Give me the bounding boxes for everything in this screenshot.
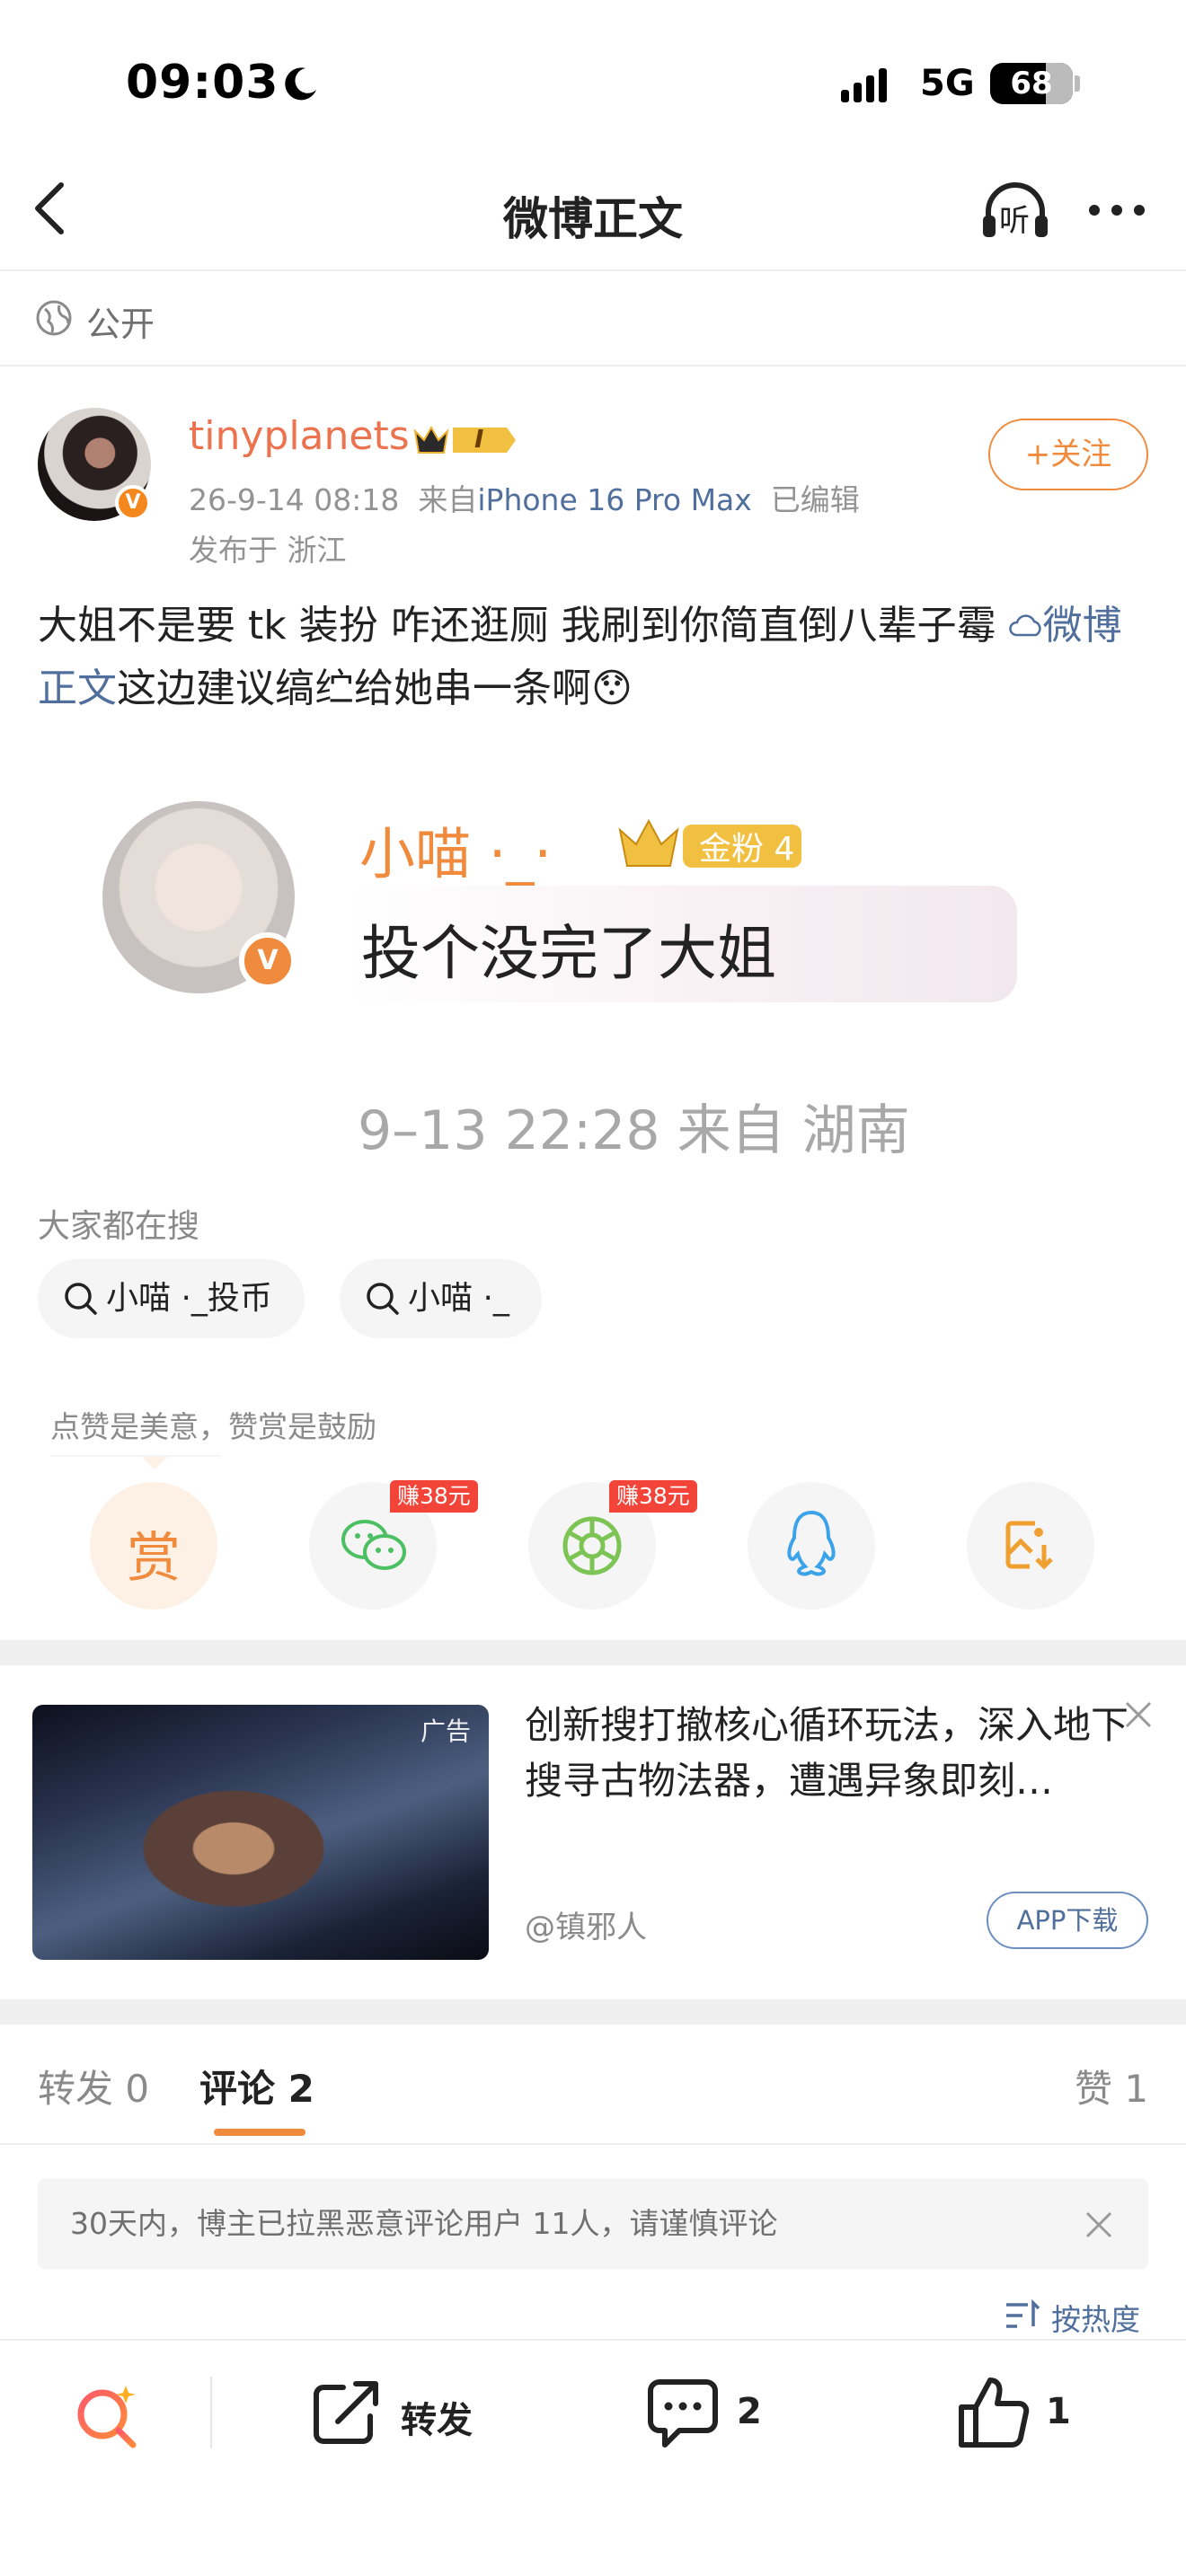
- verified-badge: V: [115, 485, 151, 521]
- embedded-comment: 投个没完了大姐: [361, 919, 776, 988]
- repost-label: 转发: [401, 2400, 473, 2441]
- search-icon: [367, 1283, 399, 1315]
- username[interactable]: tinyplanets: [189, 413, 410, 459]
- reward-button[interactable]: 赏: [90, 1482, 217, 1610]
- comment-count: 2: [737, 2391, 762, 2432]
- close-icon[interactable]: [1123, 1699, 1154, 1730]
- like-count: 1: [1046, 2391, 1071, 2432]
- embedded-time-location: 9–13 22:28 来自 湖南: [358, 1099, 910, 1162]
- search-chip-label: 小喵 ·_投币: [106, 1280, 272, 1317]
- fan-badge-text: 金粉 4: [699, 831, 795, 868]
- search-icon: [65, 1283, 97, 1315]
- fan-badge: 金粉 4: [613, 812, 807, 873]
- post-device[interactable]: iPhone 16 Pro Max: [477, 482, 751, 517]
- tip-divider: [50, 1455, 221, 1457]
- status-time: 09:03: [126, 56, 279, 110]
- repost-icon: [314, 2381, 378, 2444]
- reward-label: 赏: [127, 1527, 181, 1590]
- bottom-divider: [210, 2377, 212, 2448]
- tip-pointer: [142, 1457, 167, 1469]
- battery-icon: 68: [990, 63, 1073, 104]
- ad-image[interactable]: 广告: [32, 1705, 489, 1960]
- network-type: 5G: [920, 63, 975, 104]
- close-icon[interactable]: [1084, 2210, 1114, 2240]
- earn-tag: 赚38元: [609, 1480, 697, 1513]
- post-text: 大姐不是要 tk 装扮 咋还逛厕 我刷到你简直倒八辈子霉 微博正文这边建议缟纻给…: [38, 595, 1152, 720]
- tab-repost[interactable]: 转发 0: [38, 2059, 149, 2113]
- post-location: 发布于 浙江: [189, 533, 347, 568]
- level-badge: I: [413, 422, 519, 458]
- tab-indicator: [214, 2129, 305, 2136]
- sort-button[interactable]: 按热度: [1051, 2296, 1140, 2339]
- tab-like[interactable]: 赞 1: [1075, 2059, 1148, 2113]
- visibility-label: 公开: [86, 304, 155, 344]
- post-time: 26-9-14 08:18: [189, 482, 400, 517]
- post-image[interactable]: V 小喵 ·_· 金粉 4 投个没完了大姐 9–13 22:28 来自 湖南: [38, 763, 1148, 1186]
- divider: [0, 365, 1186, 366]
- listen-button[interactable]: 听: [979, 180, 1051, 243]
- follow-button[interactable]: +关注: [988, 419, 1148, 490]
- level-text: I: [474, 424, 484, 454]
- search-chip[interactable]: 小喵 ·_投币: [38, 1259, 305, 1338]
- divider: [0, 2143, 1186, 2145]
- ad-download-button[interactable]: APP下载: [987, 1892, 1148, 1949]
- ad-figure: [140, 1759, 374, 1938]
- from-prefix: 来自: [418, 482, 478, 517]
- globe-icon: [36, 300, 72, 336]
- divider: [0, 269, 1186, 271]
- ad-tag: 广告: [420, 1716, 471, 1746]
- save-image-icon: [1005, 1521, 1053, 1570]
- search-chip-label: 小喵 ·_: [408, 1280, 509, 1317]
- moments-icon: [562, 1516, 622, 1575]
- commenter-verified-badge: V: [239, 932, 296, 990]
- search-chip[interactable]: 小喵 ·_: [340, 1259, 542, 1338]
- post-text-before: 大姐不是要 tk 装扮 咋还逛厕 我刷到你简直倒八辈子霉: [38, 603, 1009, 648]
- save-image-button[interactable]: [967, 1482, 1094, 1610]
- section-gap: [0, 1640, 1186, 1665]
- search-icon[interactable]: [72, 2380, 144, 2452]
- commenter-name: 小喵 ·_·: [359, 821, 553, 887]
- comment-icon: [648, 2379, 718, 2448]
- battery-nub: [1075, 75, 1080, 92]
- weibo-link-icon: [1008, 614, 1041, 637]
- moon-icon: [285, 67, 316, 101]
- post-text-after: 这边建议缟纻给她串一条啊: [117, 666, 591, 711]
- ad-source: @镇邪人: [525, 1910, 647, 1945]
- more-icon[interactable]: [1087, 199, 1146, 221]
- tab-comment[interactable]: 评论 2: [199, 2059, 314, 2113]
- sort-icon: [1006, 2299, 1040, 2328]
- emoji: 😯: [591, 666, 633, 711]
- qq-icon: [787, 1510, 836, 1576]
- hot-search-title: 大家都在搜: [38, 1208, 200, 1245]
- earn-tag: 赚38元: [390, 1480, 478, 1513]
- bottom-bar: 转发 2 1: [0, 2339, 1186, 2483]
- comment-notice: 30天内，博主已拉黑恶意评论用户 11人，请谨慎评论: [38, 2179, 1148, 2269]
- ad-text[interactable]: 创新搜打撤核心循环玩法，深入地下搜寻古物法器，遭遇异象即刻…: [525, 1698, 1154, 1809]
- like-icon: [959, 2378, 1030, 2448]
- battery-level: 68: [1010, 66, 1053, 101]
- edited-label[interactable]: 已编辑: [771, 482, 860, 517]
- crown-icon: [413, 425, 516, 454]
- signal-icon: [841, 68, 891, 102]
- share-qq-button[interactable]: [748, 1482, 875, 1610]
- post-meta: 26-9-14 08:18 来自iPhone 16 Pro Max 已编辑: [189, 476, 860, 519]
- reward-tip: 点赞是美意，赞赏是鼓励: [50, 1409, 376, 1444]
- section-gap: [0, 1999, 1186, 2025]
- listen-label: 听: [999, 203, 1030, 239]
- wechat-icon: [341, 1520, 406, 1570]
